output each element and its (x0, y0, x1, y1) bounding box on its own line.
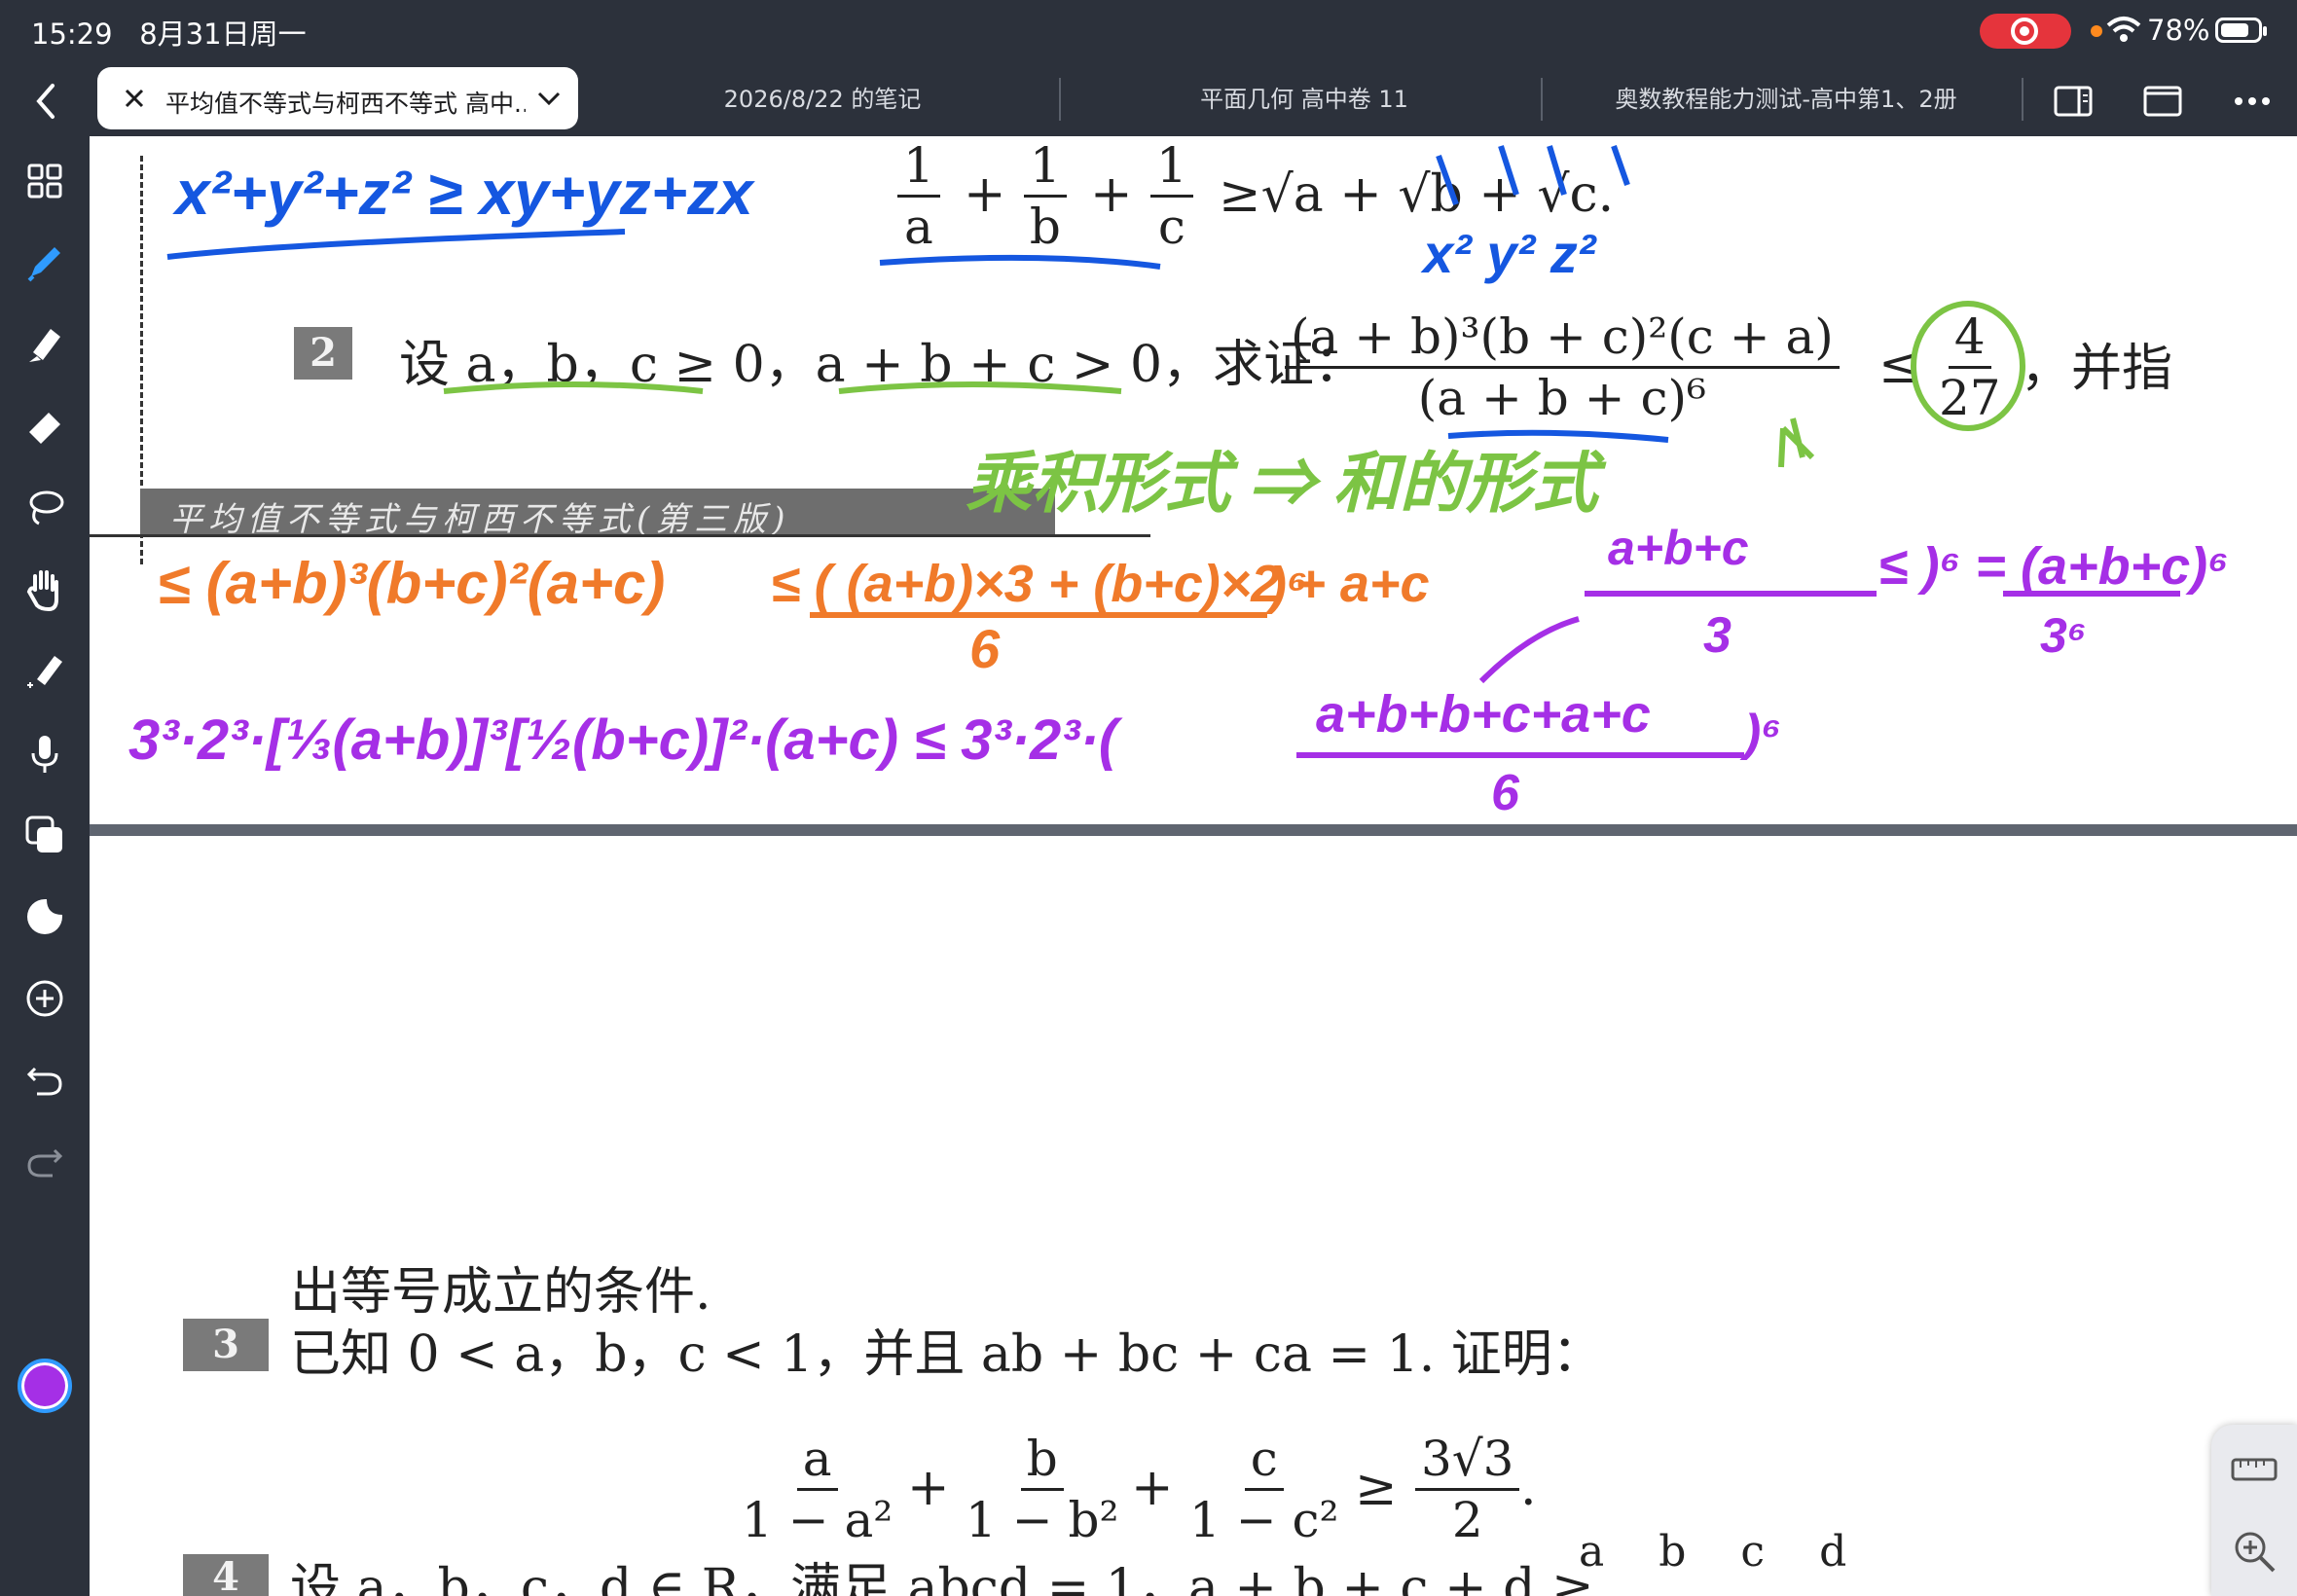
document-canvas[interactable]: 1a + 1b + 1c ≥√a + √b + √c. 2 设 a，b，c ≥ … (90, 136, 2297, 1596)
laser-pointer-icon[interactable] (21, 648, 68, 695)
eraser-icon[interactable] (21, 403, 68, 450)
sidebar-toggle-icon[interactable] (2050, 78, 2096, 125)
tab-bar: 平均值不等式与柯西不等式 高中... 2026/8/22 的笔记 平面几何 高中… (0, 62, 2297, 136)
color-picker-swatch[interactable] (18, 1359, 72, 1413)
add-icon[interactable] (21, 975, 68, 1022)
tab-geometry[interactable]: 平面几何 高中卷 11 (1119, 80, 1489, 114)
zoom-in-icon[interactable] (2229, 1526, 2279, 1577)
sqrt-sum: ≥√a + √b + √c. (1219, 165, 1615, 224)
single-page-icon[interactable] (2139, 78, 2186, 125)
close-tab-icon[interactable] (111, 75, 158, 122)
lasso-icon[interactable] (21, 485, 68, 531)
problem-number: 2 (294, 327, 352, 380)
problem-number: 4 (183, 1554, 269, 1596)
redo-icon[interactable] (21, 1139, 68, 1185)
floating-tools (2211, 1425, 2297, 1596)
sticker-icon[interactable] (21, 893, 68, 940)
highlighter-icon[interactable] (21, 321, 68, 368)
p3-rhs: 3√3 2 (1415, 1430, 1520, 1549)
main-fraction: (a + b)³(b + c)²(c + a) (a + b + c)⁶ (1285, 308, 1840, 427)
frac-1-b: 1b (1024, 136, 1067, 256)
plus-sign: + (1131, 1459, 1174, 1517)
hand-icon[interactable] (21, 566, 68, 613)
problem-2-tail: ，并指 (2021, 340, 2173, 398)
tab-divider (1059, 78, 1061, 121)
problem-2-text: 设 a，b，c ≥ 0，a + b + c > 0，求证： (399, 336, 1366, 394)
tab-active-title: 平均值不等式与柯西不等式 高中... (165, 90, 526, 118)
undo-icon[interactable] (21, 1057, 68, 1104)
wifi-icon (2106, 17, 2141, 42)
screen-recording-icon[interactable] (1980, 14, 2071, 49)
plus-sign: + (964, 165, 1006, 224)
plus-sign: + (907, 1459, 950, 1517)
ruler-icon[interactable] (2229, 1444, 2279, 1495)
page-separator (90, 824, 2297, 836)
header-rule (90, 534, 1150, 537)
battery-percent: 78% (2147, 14, 2210, 47)
p3-frac-a: a1 − a² (742, 1431, 893, 1548)
app-window: 15:29 8月31日周一 78% 平均值不等式与柯西不等式 高中... 202… (0, 0, 2297, 1596)
shapes-icon[interactable] (21, 812, 68, 858)
plus-sign: + (1090, 165, 1133, 224)
back-icon[interactable] (19, 74, 74, 128)
problem-4-tail: abcd (1579, 1527, 1902, 1577)
grid-icon[interactable] (21, 158, 68, 204)
problem-3-text: 已知 0 < a，b，c < 1，并且 ab + bc + ca = 1. 证明… (290, 1325, 1603, 1384)
frac-1-c: 1c (1150, 136, 1193, 256)
page-top: 1a + 1b + 1c ≥√a + √b + √c. 2 设 a，b，c ≥ … (90, 136, 2297, 824)
frac-1-a: 1a (897, 136, 940, 256)
geq-sign: ≥ (1355, 1459, 1398, 1517)
tab-olympiad[interactable]: 奥数教程能力测试-高中第1、2册 (1586, 80, 1986, 114)
period: . (1520, 1459, 1537, 1517)
orange-dot-icon (2091, 25, 2102, 37)
book-banner: 平均值不等式与柯西不等式(第三版) (140, 489, 1055, 539)
tab-notes[interactable]: 2026/8/22 的笔记 (681, 80, 964, 114)
page-bottom: 出等号成立的条件. 3 已知 0 < a，b，c < 1，并且 ab + bc … (90, 836, 2297, 1596)
leq-sign: ≤ (1878, 337, 1921, 395)
tab-divider (2022, 78, 2024, 121)
battery-icon (2215, 18, 2267, 43)
p3-frac-c: c1 − c² (1189, 1431, 1339, 1548)
status-time: 15:29 8月31日周一 (31, 18, 307, 51)
microphone-icon[interactable] (21, 730, 68, 777)
tool-sidebar (0, 136, 90, 1596)
problem-number: 3 (183, 1319, 269, 1371)
p3-frac-b: b1 − b² (966, 1431, 1119, 1548)
tab-divider (1541, 78, 1543, 121)
status-bar: 15:29 8月31日周一 78% (0, 0, 2297, 62)
pen-icon[interactable] (21, 239, 68, 286)
chevron-down-icon[interactable] (529, 79, 568, 118)
frac-4-27: 4 27 (1939, 308, 2001, 426)
tab-active[interactable]: 平均值不等式与柯西不等式 高中... (97, 67, 578, 129)
more-icon[interactable] (2229, 78, 2276, 125)
problem-4-text: 设 a，b，c，d ∈ R，满足 abcd = 1，a + b + c + d … (290, 1559, 1594, 1596)
